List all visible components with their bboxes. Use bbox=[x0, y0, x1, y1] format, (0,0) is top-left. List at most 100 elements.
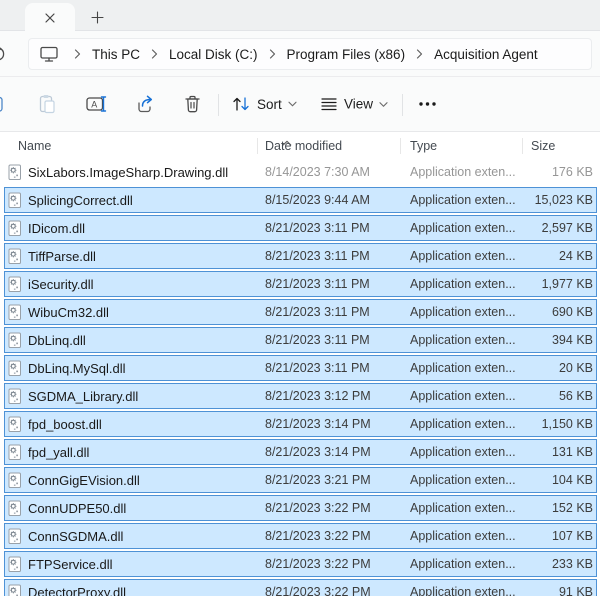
file-row[interactable]: TiffParse.dll 8/21/2023 3:11 PM Applicat… bbox=[4, 243, 597, 269]
file-row[interactable]: DetectorProxy.dll 8/21/2023 3:22 PM Appl… bbox=[4, 579, 597, 596]
file-name: FTPService.dll bbox=[28, 557, 113, 572]
file-type: Application exten... bbox=[410, 333, 516, 347]
file-row[interactable]: FTPService.dll 8/21/2023 3:22 PM Applica… bbox=[4, 551, 597, 577]
breadcrumb-chevron-icon[interactable] bbox=[269, 49, 276, 59]
chevron-down-icon bbox=[379, 101, 388, 107]
file-name: fpd_boost.dll bbox=[28, 417, 102, 432]
file-date-modified: 8/21/2023 3:11 PM bbox=[265, 221, 370, 235]
file-name: SixLabors.ImageSharp.Drawing.dll bbox=[28, 165, 228, 180]
breadcrumb-item-this-pc[interactable]: This PC bbox=[92, 47, 140, 62]
file-row[interactable]: fpd_boost.dll 8/21/2023 3:14 PM Applicat… bbox=[4, 411, 597, 437]
new-tab-icon bbox=[91, 11, 104, 24]
dll-file-icon bbox=[8, 220, 22, 237]
file-date-modified: 8/21/2023 3:22 PM bbox=[265, 557, 371, 571]
file-name: WibuCm32.dll bbox=[28, 305, 109, 320]
breadcrumb-item-local-disk[interactable]: Local Disk (C:) bbox=[169, 47, 258, 62]
file-row[interactable]: SplicingCorrect.dll 8/15/2023 9:44 AM Ap… bbox=[4, 187, 597, 213]
explorer-tab[interactable] bbox=[25, 3, 75, 32]
file-size: 176 KB bbox=[552, 165, 593, 179]
file-row[interactable]: iSecurity.dll 8/21/2023 3:11 PM Applicat… bbox=[4, 271, 597, 297]
delete-button[interactable] bbox=[184, 95, 201, 114]
paste-button[interactable] bbox=[38, 94, 57, 114]
file-date-modified: 8/21/2023 3:11 PM bbox=[265, 305, 370, 319]
refresh-icon[interactable] bbox=[0, 46, 7, 67]
file-size: 233 KB bbox=[552, 557, 593, 571]
file-date-modified: 8/21/2023 3:11 PM bbox=[265, 361, 370, 375]
file-name: ConnUDPE50.dll bbox=[28, 501, 126, 516]
file-type: Application exten... bbox=[410, 501, 516, 515]
file-date-modified: 8/21/2023 3:22 PM bbox=[265, 501, 371, 515]
file-name: ConnSGDMA.dll bbox=[28, 529, 123, 544]
file-row[interactable]: DbLinq.MySql.dll 8/21/2023 3:11 PM Appli… bbox=[4, 355, 597, 381]
dll-file-icon bbox=[8, 528, 22, 545]
dll-file-icon bbox=[8, 388, 22, 405]
column-divider[interactable] bbox=[522, 138, 523, 154]
address-bar[interactable]: This PC Local Disk (C:) Program Files (x… bbox=[28, 38, 592, 70]
tab-bar bbox=[0, 0, 600, 31]
dll-file-icon bbox=[8, 332, 22, 349]
dll-file-icon bbox=[8, 556, 22, 573]
file-type: Application exten... bbox=[410, 585, 516, 596]
file-date-modified: 8/21/2023 3:11 PM bbox=[265, 333, 370, 347]
dll-file-icon bbox=[8, 192, 22, 209]
file-size: 2,597 KB bbox=[542, 221, 593, 235]
address-row: This PC Local Disk (C:) Program Files (x… bbox=[0, 31, 600, 77]
file-row[interactable]: DbLinq.dll 8/21/2023 3:11 PM Application… bbox=[4, 327, 597, 353]
file-name: DetectorProxy.dll bbox=[28, 585, 126, 596]
file-size: 24 KB bbox=[559, 249, 593, 263]
file-name: TiffParse.dll bbox=[28, 249, 96, 264]
file-date-modified: 8/21/2023 3:11 PM bbox=[265, 277, 370, 291]
sort-button[interactable]: Sort bbox=[232, 96, 297, 112]
dll-file-icon bbox=[8, 248, 22, 265]
file-name: ConnGigEVision.dll bbox=[28, 473, 140, 488]
file-row[interactable]: fpd_yall.dll 8/21/2023 3:14 PM Applicati… bbox=[4, 439, 597, 465]
file-date-modified: 8/14/2023 7:30 AM bbox=[265, 165, 370, 179]
file-date-modified: 8/21/2023 3:12 PM bbox=[265, 389, 371, 403]
file-date-modified: 8/21/2023 3:14 PM bbox=[265, 417, 371, 431]
file-size: 690 KB bbox=[552, 305, 593, 319]
file-size: 107 KB bbox=[552, 529, 593, 543]
file-row[interactable]: SixLabors.ImageSharp.Drawing.dll 8/14/20… bbox=[4, 159, 597, 185]
file-type: Application exten... bbox=[410, 445, 516, 459]
breadcrumb-item-acquisition-agent[interactable]: Acquisition Agent bbox=[434, 47, 538, 62]
file-type: Application exten... bbox=[410, 277, 516, 291]
close-tab-icon[interactable] bbox=[44, 12, 56, 24]
column-divider[interactable] bbox=[257, 138, 258, 154]
column-header-date-modified[interactable]: Date modified bbox=[265, 139, 342, 153]
column-header-name[interactable]: Name bbox=[18, 139, 51, 153]
breadcrumb-chevron-icon[interactable] bbox=[151, 49, 158, 59]
file-size: 394 KB bbox=[552, 333, 593, 347]
file-row[interactable]: ConnSGDMA.dll 8/21/2023 3:22 PM Applicat… bbox=[4, 523, 597, 549]
more-options-button[interactable] bbox=[418, 102, 437, 107]
dll-file-icon bbox=[8, 584, 22, 596]
file-row[interactable]: ConnGigEVision.dll 8/21/2023 3:21 PM App… bbox=[4, 467, 597, 493]
view-button[interactable]: View bbox=[321, 97, 388, 112]
breadcrumb-chevron-icon[interactable] bbox=[74, 49, 81, 59]
view-label: View bbox=[344, 97, 373, 112]
file-row[interactable]: SGDMA_Library.dll 8/21/2023 3:12 PM Appl… bbox=[4, 383, 597, 409]
column-header-size[interactable]: Size bbox=[531, 139, 555, 153]
rename-button[interactable]: A bbox=[86, 95, 109, 113]
file-row[interactable]: WibuCm32.dll 8/21/2023 3:11 PM Applicati… bbox=[4, 299, 597, 325]
new-tab-button[interactable] bbox=[84, 5, 110, 29]
file-type: Application exten... bbox=[410, 193, 516, 207]
file-row[interactable]: IDicom.dll 8/21/2023 3:11 PM Application… bbox=[4, 215, 597, 241]
file-size: 1,977 KB bbox=[542, 277, 593, 291]
file-name: iSecurity.dll bbox=[28, 277, 94, 292]
file-name: DbLinq.dll bbox=[28, 333, 86, 348]
dll-file-icon bbox=[8, 360, 22, 377]
file-type: Application exten... bbox=[410, 529, 516, 543]
breadcrumb-item-program-files[interactable]: Program Files (x86) bbox=[287, 47, 406, 62]
column-divider[interactable] bbox=[400, 138, 401, 154]
sort-label: Sort bbox=[257, 97, 282, 112]
file-date-modified: 8/21/2023 3:22 PM bbox=[265, 585, 371, 596]
toolbar-divider bbox=[218, 94, 219, 116]
share-button[interactable] bbox=[136, 95, 155, 114]
file-date-modified: 8/21/2023 3:22 PM bbox=[265, 529, 371, 543]
file-size: 1,150 KB bbox=[542, 417, 593, 431]
breadcrumb-chevron-icon[interactable] bbox=[416, 49, 423, 59]
file-type: Application exten... bbox=[410, 305, 516, 319]
column-header-type[interactable]: Type bbox=[410, 139, 437, 153]
file-row[interactable]: ConnUDPE50.dll 8/21/2023 3:22 PM Applica… bbox=[4, 495, 597, 521]
copy-icon[interactable] bbox=[0, 94, 8, 114]
